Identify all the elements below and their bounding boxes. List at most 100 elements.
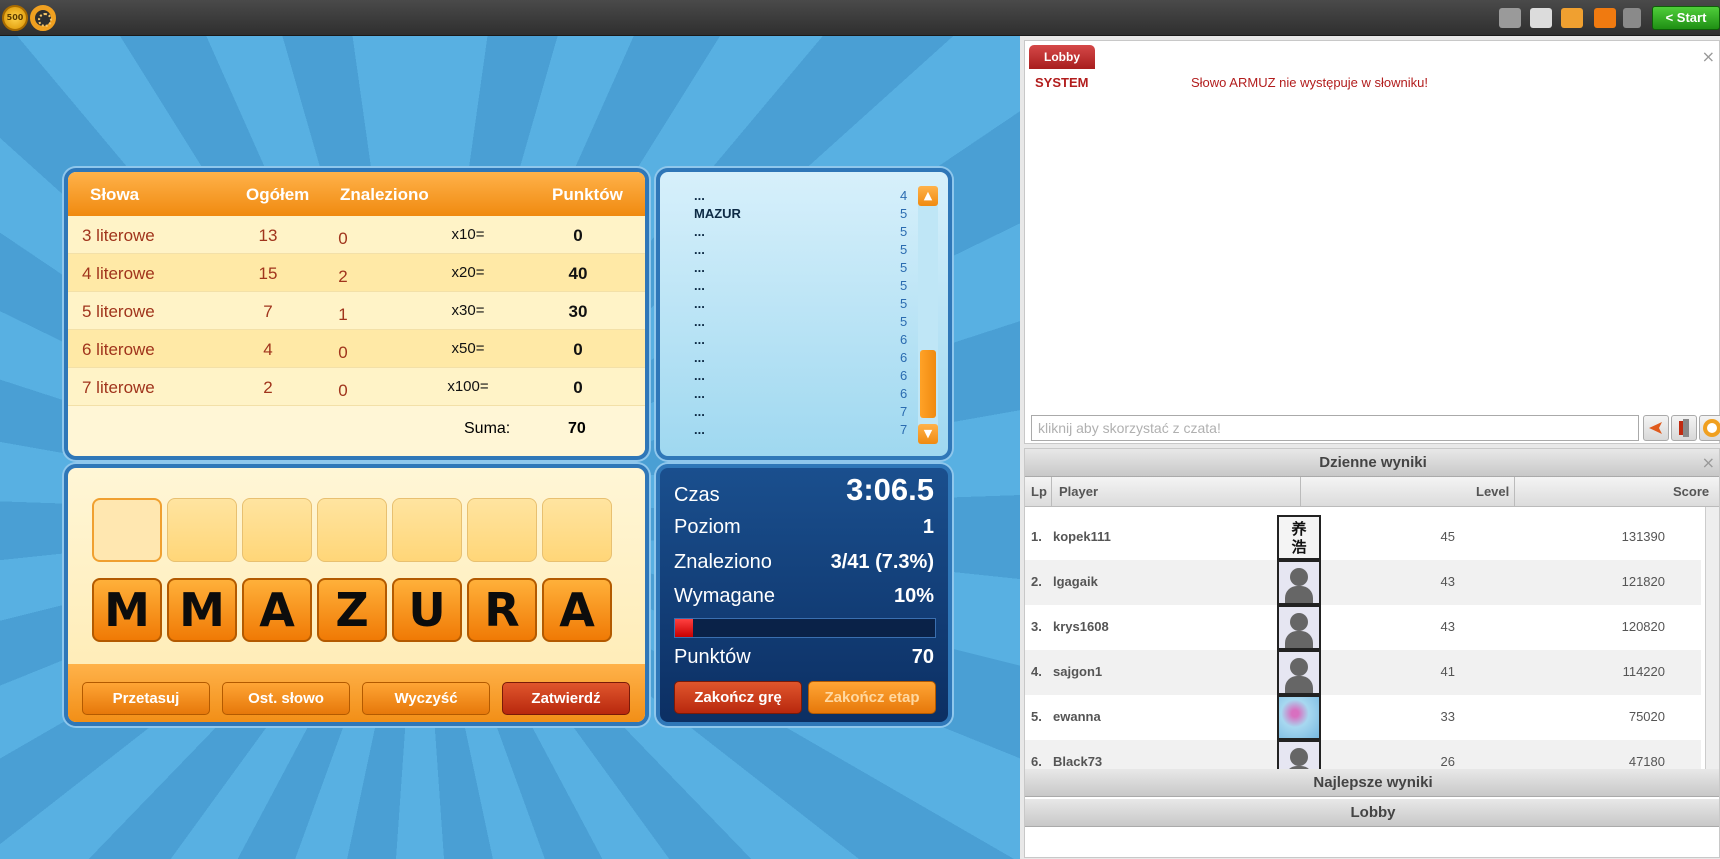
avatar[interactable] [1277, 740, 1321, 770]
results-scrollbar[interactable] [1705, 507, 1719, 773]
list-item-length: 5 [900, 314, 908, 329]
letter-tile[interactable]: M [92, 578, 162, 642]
close-icon[interactable]: × [1702, 47, 1715, 66]
header-words: Słowa [90, 185, 140, 204]
player-level: 41 [1440, 664, 1455, 679]
row-multiplier: x20= [451, 264, 485, 281]
news-icon[interactable] [1530, 8, 1552, 28]
start-button[interactable]: < Start [1652, 6, 1720, 30]
end-stage-button[interactable]: Zakończ etap [808, 681, 936, 714]
sound-icon[interactable] [1623, 8, 1641, 28]
player-name[interactable]: krys1608 [1053, 619, 1109, 634]
list-item: ... [694, 242, 705, 257]
level-value: 1 [922, 516, 934, 538]
best-results-header[interactable]: Najlepsze wyniki [1025, 769, 1719, 797]
player-name[interactable]: Black73 [1053, 754, 1102, 769]
confirm-button[interactable]: Zatwierdź [502, 682, 630, 715]
list-item: MAZUR [694, 206, 741, 221]
row-total: 15 [258, 264, 278, 283]
table-row[interactable]: 2. lgagaik 43 121820 [1025, 560, 1701, 605]
lobby-header[interactable]: Lobby [1025, 799, 1719, 827]
answer-slot[interactable] [317, 498, 387, 562]
player-name[interactable]: lgagaik [1053, 574, 1098, 589]
answer-slot[interactable] [242, 498, 312, 562]
friends-icon[interactable] [1561, 8, 1583, 28]
column-score: Score [1673, 484, 1710, 499]
row-multiplier: x100= [447, 378, 489, 395]
lifebuoy-icon[interactable] [30, 5, 56, 31]
bell-icon[interactable] [1671, 415, 1697, 441]
scroll-down-icon[interactable]: ▼ [918, 424, 938, 444]
scroll-up-icon[interactable]: ▲ [918, 186, 938, 206]
letter-tile[interactable]: A [542, 578, 612, 642]
top-bar: 500 < Start [0, 0, 1720, 36]
list-item-length: 7 [900, 404, 908, 419]
player-score: 114220 [1622, 664, 1665, 679]
player-name[interactable]: kopek111 [1053, 529, 1111, 544]
list-item-length: 6 [900, 332, 908, 347]
avatar[interactable] [1277, 695, 1321, 740]
player-score: 131390 [1621, 529, 1665, 544]
list-item: ... [694, 314, 705, 329]
letter-tile[interactable]: R [467, 578, 537, 642]
player-level: 45 [1440, 529, 1455, 544]
row-found: 1 [338, 305, 348, 324]
letter-tile[interactable]: M [167, 578, 237, 642]
table-row[interactable]: 4. sajgon1 41 114220 [1025, 650, 1701, 695]
camera-icon[interactable] [1499, 8, 1521, 28]
chat-input[interactable]: kliknij aby skorzystać z czata! [1031, 415, 1639, 441]
answer-slot[interactable] [467, 498, 537, 562]
points-label: Punktów [674, 646, 751, 668]
clear-button[interactable]: Wyczyść [362, 682, 490, 715]
avatar[interactable] [1277, 605, 1321, 650]
table-row[interactable]: 3. krys1608 43 120820 [1025, 605, 1701, 650]
row-label: 7 literowe [82, 378, 155, 397]
send-icon[interactable] [1643, 415, 1669, 441]
daily-results-panel: Dzienne wyniki × Lp Player Level Score 1… [1024, 448, 1720, 858]
table-row[interactable]: 1. kopek111 养 浩 45 131390 [1025, 515, 1701, 560]
last-word-button[interactable]: Ost. słowo [222, 682, 350, 715]
scroll-thumb[interactable] [920, 350, 936, 418]
list-item-length: 6 [900, 350, 908, 365]
letter-tile[interactable]: A [242, 578, 312, 642]
word-list-scrollbar[interactable]: ▲ ▼ [918, 186, 938, 444]
shuffle-button[interactable]: Przetasuj [82, 682, 210, 715]
end-game-button[interactable]: Zakończ grę [674, 681, 802, 714]
player-score: 47180 [1628, 754, 1665, 769]
sum-label: Suma: [464, 420, 511, 437]
column-divider [1300, 477, 1301, 507]
header-total: Ogółem [246, 185, 310, 204]
letter-tile[interactable]: Z [317, 578, 387, 642]
row-found: 0 [338, 229, 348, 248]
player-name[interactable]: ewanna [1053, 709, 1101, 724]
answer-slot[interactable] [167, 498, 237, 562]
table-row[interactable]: 6. Black73 26 47180 [1025, 740, 1701, 770]
row-found: 0 [338, 343, 348, 362]
avatar[interactable] [1277, 650, 1321, 695]
column-player: Player [1059, 484, 1099, 499]
row-multiplier: x30= [451, 302, 485, 319]
list-item-length: 5 [900, 224, 908, 239]
answer-slot[interactable] [542, 498, 612, 562]
table-row: 7 literowe 2 0 x100= 0 [68, 368, 645, 406]
row-points: 30 [568, 302, 588, 321]
emoji-icon[interactable] [1699, 415, 1720, 441]
column-divider [1514, 477, 1515, 507]
player-name[interactable]: sajgon1 [1053, 664, 1102, 679]
rss-icon[interactable] [1594, 8, 1616, 28]
daily-results-header[interactable]: Dzienne wyniki [1025, 449, 1719, 477]
close-icon[interactable]: × [1702, 453, 1715, 472]
avatar[interactable] [1277, 560, 1321, 605]
points-value: 70 [911, 646, 934, 668]
required-progress-fill [675, 619, 694, 637]
list-item: ... [694, 260, 705, 275]
letter-board: M M A Z U R A Przetasuj Ost. słowo Wyczy… [64, 464, 649, 726]
answer-slot[interactable] [392, 498, 462, 562]
score-table: Słowa Ogółem Znaleziono Punktów 3 litero… [64, 168, 649, 460]
answer-slot[interactable] [92, 498, 162, 562]
tab-lobby[interactable]: Lobby [1029, 45, 1095, 69]
coins-badge[interactable]: 500 [2, 5, 28, 31]
table-row[interactable]: 5. ewanna 33 75020 [1025, 695, 1701, 740]
avatar[interactable]: 养 浩 [1277, 515, 1321, 560]
letter-tile[interactable]: U [392, 578, 462, 642]
